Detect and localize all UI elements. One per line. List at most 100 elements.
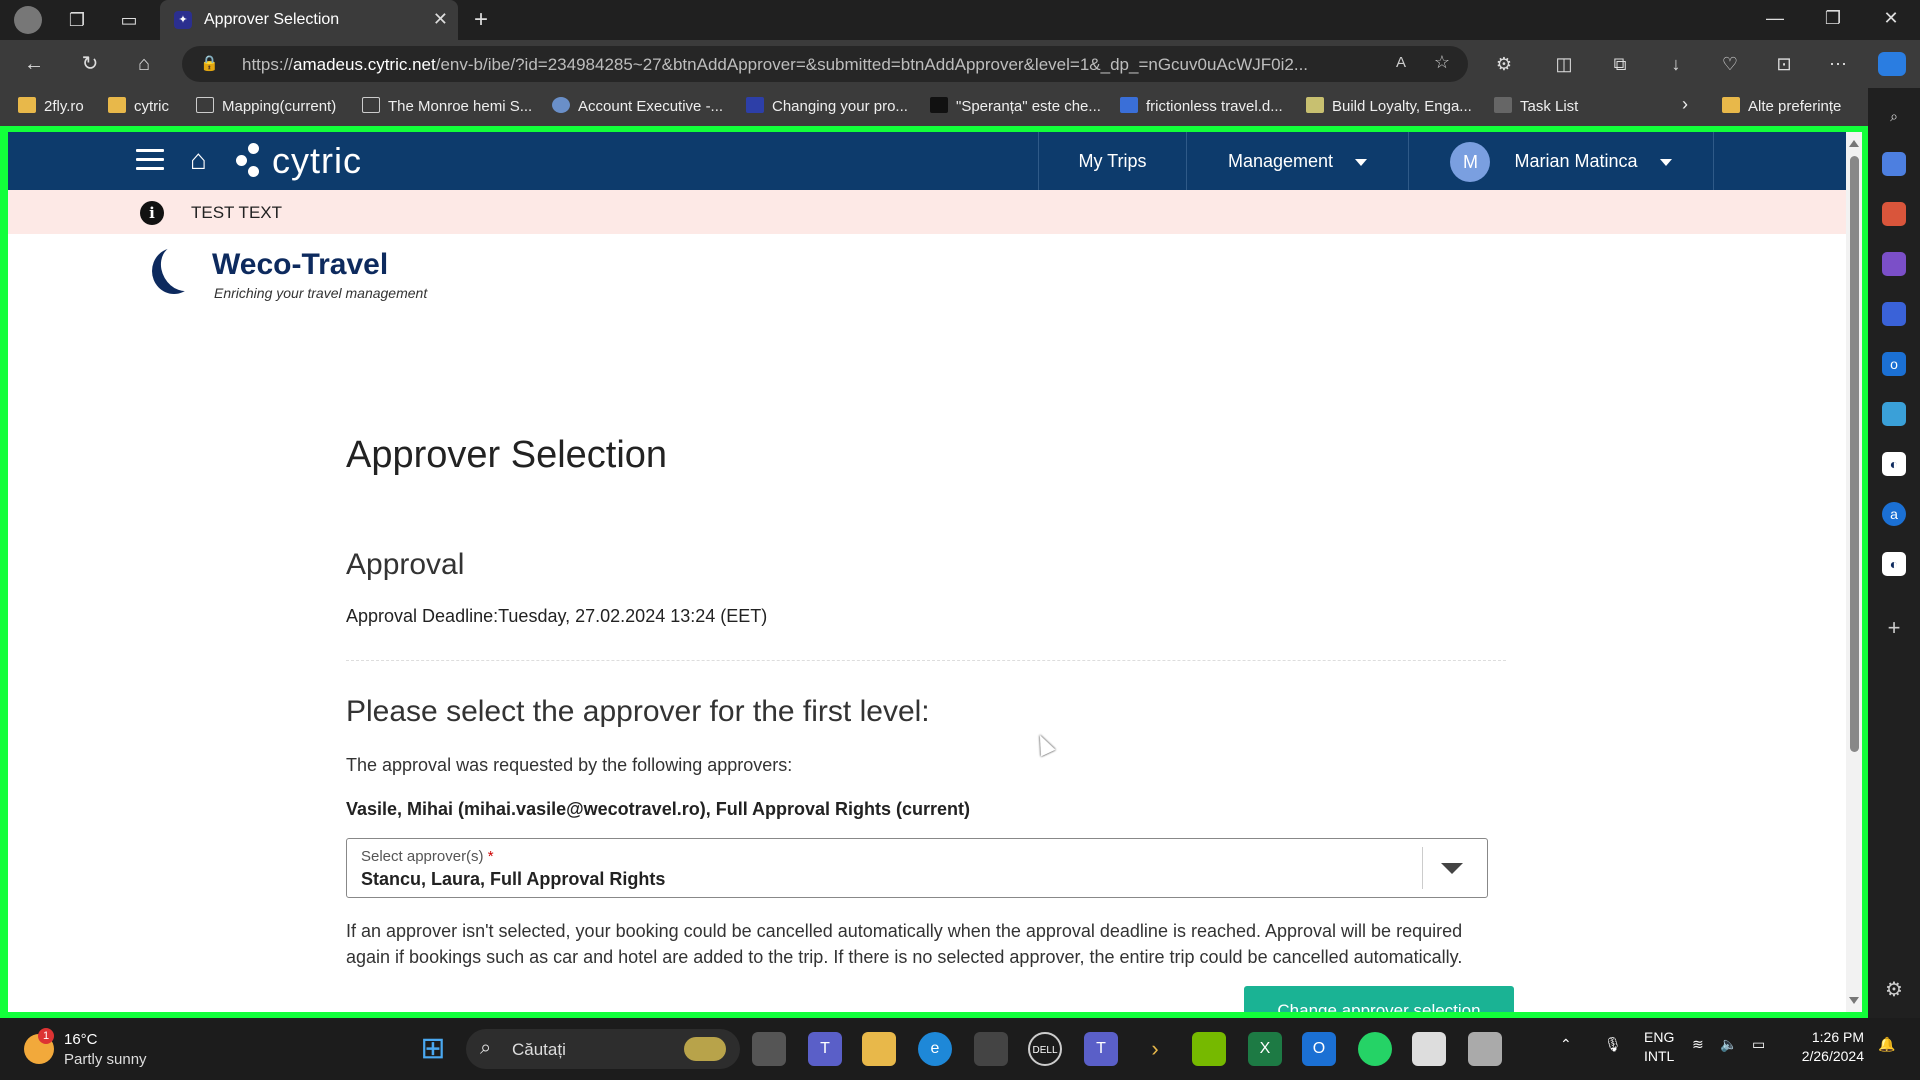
bookmark-item[interactable]: 2fly.ro bbox=[18, 97, 84, 117]
search-icon: ⌕ bbox=[480, 1037, 492, 1059]
refresh-icon[interactable]: ↻ bbox=[76, 52, 104, 76]
sidebar-search-icon[interactable]: ⌕ bbox=[1882, 104, 1906, 128]
change-approver-button[interactable]: Change approver selection bbox=[1244, 986, 1514, 1012]
scrollbar-thumb[interactable] bbox=[1850, 156, 1859, 752]
select-divider bbox=[1422, 847, 1423, 889]
web-page: ⌂ cytric My Trips Management M Marian Mat… bbox=[8, 132, 1846, 1012]
teams-chat-icon[interactable]: T bbox=[808, 1032, 842, 1066]
nav-management[interactable]: Management bbox=[1186, 132, 1408, 190]
nvidia-icon[interactable] bbox=[1192, 1032, 1226, 1066]
banner-text: TEST TEXT bbox=[191, 203, 283, 222]
edge-sidebar: ⌕ o ◐ a ◐ + ⚙ bbox=[1868, 88, 1920, 1018]
close-window-icon[interactable]: ✕ bbox=[1876, 8, 1906, 29]
tab-approver-selection[interactable]: ✦ Approver Selection ✕ bbox=[160, 0, 458, 40]
plex-icon[interactable]: › bbox=[1138, 1032, 1172, 1066]
dell-icon[interactable]: DELL bbox=[1028, 1032, 1062, 1066]
start-windows-icon[interactable]: ⊞ bbox=[416, 1032, 450, 1066]
other-favorites-folder[interactable]: Alte preferințe bbox=[1722, 97, 1841, 117]
split-screen-icon[interactable]: ◫ bbox=[1550, 52, 1578, 76]
bookmark-item[interactable]: Build Loyalty, Enga... bbox=[1306, 97, 1472, 117]
bookmark-item[interactable]: The Monroe hemi S... bbox=[362, 97, 532, 117]
bookmark-item[interactable]: Changing your pro... bbox=[746, 97, 908, 117]
more-menu-icon[interactable]: ⋯ bbox=[1824, 52, 1852, 76]
hamburger-menu-icon[interactable] bbox=[136, 149, 164, 171]
volume-icon[interactable]: 🔈 bbox=[1720, 1036, 1737, 1053]
sidebar-weco-icon[interactable]: ◐ bbox=[1882, 552, 1906, 576]
bookmark-item[interactable]: cytric bbox=[108, 97, 169, 117]
home-icon[interactable]: ⌂ bbox=[190, 144, 207, 176]
whatsapp-icon[interactable] bbox=[1358, 1032, 1392, 1066]
sidebar-drop-icon[interactable] bbox=[1882, 402, 1906, 426]
approval-note: If an approver isn't selected, your book… bbox=[346, 921, 1463, 967]
section-title: Approval bbox=[346, 548, 465, 581]
read-aloud-icon[interactable]: A bbox=[1396, 54, 1406, 71]
nav-my-trips[interactable]: My Trips bbox=[1038, 132, 1186, 190]
bookmark-item[interactable]: Mapping(current) bbox=[196, 97, 336, 117]
sidebar-weco-icon[interactable]: ◐ bbox=[1882, 452, 1906, 476]
more-bookmarks-chevron-icon[interactable]: › bbox=[1682, 94, 1688, 114]
microphone-icon[interactable]: 🎙 bbox=[1604, 1036, 1622, 1053]
app-header: ⌂ cytric My Trips Management M Marian Mat… bbox=[8, 132, 1846, 190]
bookmark-item[interactable]: Task List bbox=[1494, 97, 1578, 117]
search-highlight-icon bbox=[684, 1037, 726, 1061]
current-approver: Vasile, Mihai (mihai.vasile@wecotravel.r… bbox=[346, 799, 971, 819]
approver-select[interactable]: Select approver(s) * Stancu, Laura, Full… bbox=[346, 838, 1488, 898]
excel-icon[interactable]: X bbox=[1248, 1032, 1282, 1066]
user-menu[interactable]: M Marian Matinca bbox=[1408, 132, 1714, 190]
teams-icon[interactable]: T bbox=[1084, 1032, 1118, 1066]
page-scrollbar[interactable] bbox=[1846, 132, 1862, 1012]
tray-overflow-chevron-icon[interactable]: ⌃ bbox=[1560, 1036, 1572, 1053]
sidebar-outlook-icon[interactable]: o bbox=[1882, 352, 1906, 376]
app-window-icon[interactable] bbox=[1412, 1032, 1446, 1066]
chevron-down-icon[interactable] bbox=[1441, 863, 1463, 874]
sidebar-add-icon[interactable]: + bbox=[1882, 616, 1906, 640]
battery-icon[interactable]: ▭ bbox=[1752, 1036, 1765, 1053]
browser-essentials-icon[interactable]: ♡ bbox=[1716, 52, 1744, 76]
copilot-icon[interactable] bbox=[1878, 52, 1906, 76]
notifications-bell-icon[interactable]: 🔔 bbox=[1878, 1036, 1895, 1053]
restore-icon[interactable]: ❐ bbox=[1818, 8, 1848, 29]
outlook-icon[interactable]: O bbox=[1302, 1032, 1336, 1066]
bookmark-item[interactable]: "Speranța" este che... bbox=[930, 97, 1101, 117]
scroll-down-icon[interactable] bbox=[1849, 997, 1859, 1004]
home-icon[interactable]: ⌂ bbox=[130, 52, 158, 76]
minimize-icon[interactable]: — bbox=[1760, 8, 1790, 29]
favorites-bar: 2fly.ro cytric Mapping(current) The Monr… bbox=[0, 88, 1920, 126]
bookmark-item[interactable]: Account Executive -... bbox=[552, 97, 723, 117]
sidebar-amazon-icon[interactable]: a bbox=[1882, 502, 1906, 526]
sidebar-app-icon[interactable] bbox=[1882, 152, 1906, 176]
browser-tab-bar: ❐ ▭ ✦ Approver Selection ✕ + — ❐ ✕ bbox=[0, 0, 1920, 40]
language-indicator[interactable]: ENG INTL bbox=[1644, 1029, 1674, 1064]
sidebar-m365-icon[interactable] bbox=[1882, 302, 1906, 326]
new-tab-icon[interactable]: + bbox=[468, 8, 494, 32]
downloads-icon[interactable]: ↓ bbox=[1662, 52, 1690, 76]
profile-avatar-icon[interactable] bbox=[14, 6, 42, 34]
collections-icon[interactable]: ⧉ bbox=[1606, 52, 1634, 76]
lock-icon[interactable]: 🔒 bbox=[200, 54, 219, 72]
edge-browser-icon[interactable]: e bbox=[918, 1032, 952, 1066]
workspaces-icon[interactable]: ❐ bbox=[64, 8, 90, 32]
sidebar-settings-icon[interactable]: ⚙ bbox=[1882, 978, 1906, 1002]
snipping-tool-icon[interactable] bbox=[1468, 1032, 1502, 1066]
clock[interactable]: 1:26 PM 2/26/2024 bbox=[1794, 1029, 1864, 1064]
screenshot-icon[interactable]: ⊡ bbox=[1770, 52, 1798, 76]
wifi-icon[interactable]: ≋ bbox=[1692, 1036, 1704, 1053]
cytric-logo[interactable]: cytric bbox=[236, 140, 362, 182]
sidebar-games-icon[interactable] bbox=[1882, 252, 1906, 276]
close-tab-icon[interactable]: ✕ bbox=[433, 9, 448, 30]
task-view-icon[interactable] bbox=[752, 1032, 786, 1066]
taskbar-search[interactable]: ⌕ Căutați bbox=[466, 1029, 740, 1069]
requested-by-text: The approval was requested by the follow… bbox=[346, 755, 793, 775]
sidebar-tools-icon[interactable] bbox=[1882, 202, 1906, 226]
favorite-star-icon[interactable]: ☆ bbox=[1434, 52, 1450, 73]
chevron-down-icon bbox=[1355, 158, 1368, 166]
temperature: 16°C bbox=[64, 1031, 98, 1048]
tab-actions-icon[interactable]: ▭ bbox=[116, 8, 142, 32]
address-bar[interactable]: 🔒 https://amadeus.cytric.net/env-b/ibe/?… bbox=[182, 46, 1468, 82]
extensions-icon[interactable]: ⚙ bbox=[1490, 52, 1518, 76]
file-explorer-icon[interactable] bbox=[862, 1032, 896, 1066]
microsoft-store-icon[interactable] bbox=[974, 1032, 1008, 1066]
back-icon[interactable]: ← bbox=[20, 52, 48, 76]
bookmark-item[interactable]: frictionless travel.d... bbox=[1120, 97, 1283, 117]
scroll-up-icon[interactable] bbox=[1849, 140, 1859, 147]
